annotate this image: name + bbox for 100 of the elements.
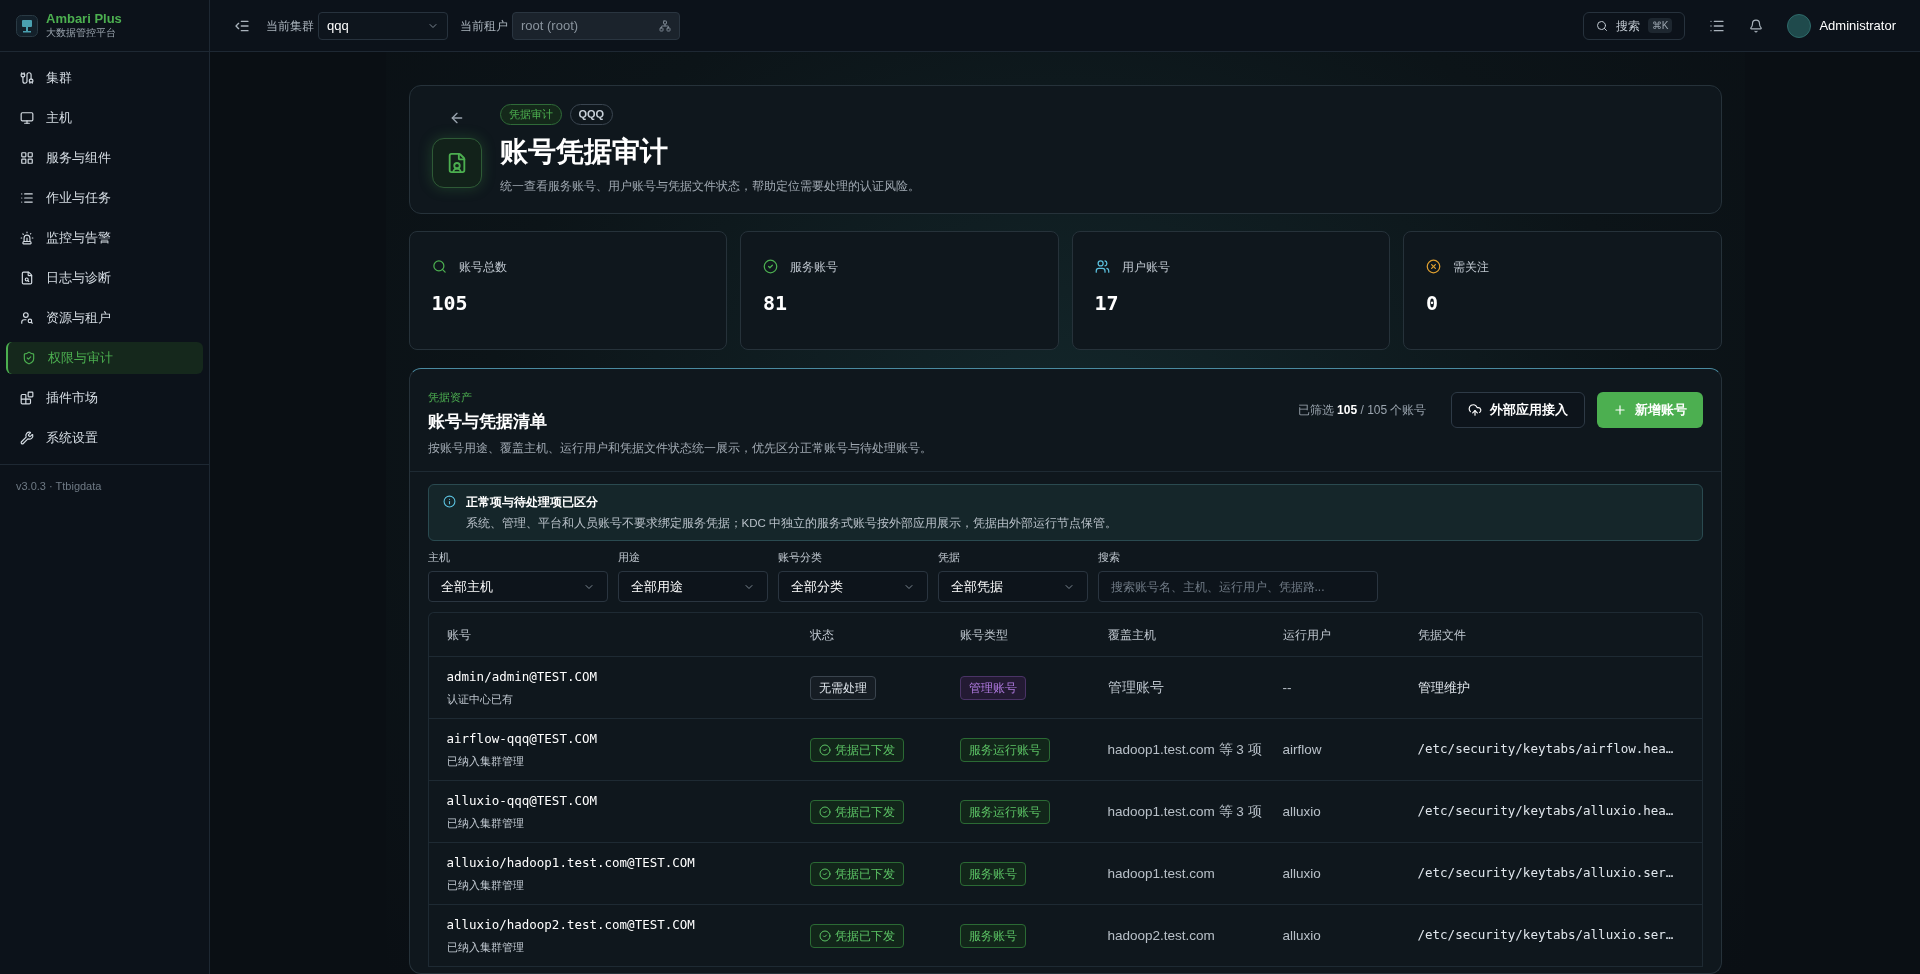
search-icon <box>431 259 447 274</box>
tag: 凭据审计 <box>499 104 562 125</box>
sidebar-item[interactable]: 服务与组件 <box>6 142 203 174</box>
run-user: alluxio <box>1282 802 1322 821</box>
logo-icon <box>16 14 38 37</box>
shortcut-key: ⌘K <box>1647 18 1673 33</box>
section-description: 按账号用途、覆盖主机、运行用户和凭据文件状态统一展示，优先区分正常账号与待处理账号。 <box>427 439 932 457</box>
filter-select[interactable]: 全部凭据 <box>937 571 1088 603</box>
monitor-icon <box>20 111 34 125</box>
status-badge: 凭据已下发 <box>809 861 904 886</box>
external-app-button[interactable]: 外部应用接入 <box>1450 391 1585 428</box>
avatar[interactable] <box>1787 13 1812 38</box>
sidebar-item[interactable]: 日志与诊断 <box>6 262 203 294</box>
stat-label: 用户账号 <box>1121 258 1170 276</box>
search-icon <box>1595 19 1608 32</box>
account-type-badge: 服务账号 <box>959 923 1026 948</box>
x-circle-icon <box>1426 259 1441 274</box>
filter-select[interactable]: 全部主机 <box>427 571 608 603</box>
stat-label: 服务账号 <box>790 258 838 276</box>
user-name[interactable]: Administrator <box>1819 15 1896 36</box>
run-user: alluxio <box>1282 926 1322 945</box>
sidebar-item[interactable]: 系统设置 <box>6 422 203 454</box>
account-name: alluxio/hadoop2.test.com@TEST.COM <box>446 916 696 935</box>
blocks-icon <box>20 391 34 405</box>
filter-select[interactable]: 全部分类 <box>777 571 928 603</box>
stat-value: 0 <box>1426 289 1440 317</box>
sidebar-item[interactable]: 集群 <box>6 62 203 94</box>
tenant-label: 当前租户 <box>460 17 508 35</box>
search-button[interactable]: 搜索 ⌘K <box>1582 11 1686 40</box>
filter-label: 用途 <box>617 549 641 565</box>
filter-label: 账号分类 <box>777 549 823 565</box>
notice-title: 正常项与待处理项已区分 <box>465 493 599 511</box>
host-text: hadoop2.test.com <box>1107 926 1216 945</box>
run-user: airflow <box>1282 740 1323 759</box>
account-type-badge: 服务运行账号 <box>959 799 1050 824</box>
brand-title: Ambari Plus <box>46 11 122 28</box>
filter-label: 主机 <box>427 549 451 565</box>
host-text: hadoop1.test.com <box>1107 864 1216 883</box>
version-text: v3.0.3 · Ttbigdata <box>16 480 102 492</box>
run-user: alluxio <box>1282 864 1322 883</box>
account-type-badge: 服务账号 <box>959 861 1026 886</box>
column-header: 运行用户 <box>1282 626 1332 644</box>
status-badge: 凭据已下发 <box>809 737 904 762</box>
filter-select[interactable]: 全部用途 <box>617 571 768 603</box>
brand-subtitle: 大数据管控平台 <box>46 27 117 40</box>
status-badge: 凭据已下发 <box>809 923 904 948</box>
list-icon <box>20 191 34 205</box>
section-title: 账号与凭据清单 <box>427 411 548 433</box>
account-type-badge: 管理账号 <box>959 675 1026 700</box>
credential-file: /etc/security/keytabs/alluxio.ser… <box>1417 864 1675 883</box>
page-description: 统一查看服务账号、用户账号与凭据文件状态，帮助定位需要处理的认证风险。 <box>499 177 920 195</box>
search-field[interactable]: 搜索账号名、主机、运行用户、凭据路... <box>1097 571 1378 603</box>
audit-document-icon <box>431 138 482 188</box>
account-note: 已纳入集群管理 <box>446 939 525 955</box>
sidebar-item[interactable]: 作业与任务 <box>6 182 203 214</box>
plug-icon <box>20 71 34 85</box>
cluster-label: 当前集群 <box>266 17 314 35</box>
column-header: 凭据文件 <box>1417 626 1467 644</box>
account-note: 已纳入集群管理 <box>446 815 525 831</box>
column-header: 账号类型 <box>959 626 1009 644</box>
plus-icon <box>1612 402 1627 417</box>
bell-icon[interactable] <box>1749 18 1764 33</box>
notice-text: 系统、管理、平台和人员账号不要求绑定服务凭据；KDC 中独立的服务式账号按外部应用展示，凭据由外部运行节点保管。 <box>465 515 1117 531</box>
sidebar-item[interactable]: 监控与告警 <box>6 222 203 254</box>
stat-label: 需关注 <box>1453 258 1489 276</box>
account-note: 已纳入集群管理 <box>446 753 525 769</box>
cluster-select[interactable]: qqq <box>318 11 448 40</box>
account-note: 认证中心已有 <box>446 691 514 707</box>
siren-icon <box>20 231 34 245</box>
sidebar-item[interactable]: 主机 <box>6 102 203 134</box>
user-search-icon <box>20 311 34 325</box>
run-user: -- <box>1282 678 1293 697</box>
sidebar-item[interactable]: 插件市场 <box>6 382 203 414</box>
wrench-icon <box>20 431 34 445</box>
shield-check-icon <box>22 351 36 365</box>
tenant-field[interactable]: root (root) <box>512 11 680 40</box>
credential-file: /etc/security/keytabs/alluxio.hea… <box>1417 802 1675 821</box>
page-title: 账号凭据审计 <box>499 134 669 169</box>
users-icon <box>1094 259 1110 274</box>
column-header: 账号 <box>446 626 472 644</box>
section-eyebrow: 凭据资产 <box>427 389 473 405</box>
stat-value: 17 <box>1094 289 1120 317</box>
status-badge: 凭据已下发 <box>809 799 904 824</box>
account-type-badge: 服务运行账号 <box>959 737 1050 762</box>
stat-value: 81 <box>763 289 789 317</box>
stat-label: 账号总数 <box>458 258 507 276</box>
cloud-upload-icon <box>1467 402 1482 417</box>
account-name: admin/admin@TEST.COM <box>446 668 598 687</box>
document-search-icon <box>20 271 34 285</box>
host-text: hadoop1.test.com 等 3 项 <box>1107 740 1263 759</box>
sidebar-item[interactable]: 权限与审计 <box>6 342 203 374</box>
account-note: 已纳入集群管理 <box>446 877 525 893</box>
host-text: 管理账号 <box>1107 678 1165 697</box>
filter-label: 搜索 <box>1097 549 1121 565</box>
status-badge: 无需处理 <box>809 675 876 700</box>
check-circle-icon <box>763 259 778 274</box>
stat-value: 105 <box>431 289 469 317</box>
column-header: 覆盖主机 <box>1107 626 1157 644</box>
column-header: 状态 <box>809 626 835 644</box>
sidebar-item[interactable]: 资源与租户 <box>6 302 203 334</box>
